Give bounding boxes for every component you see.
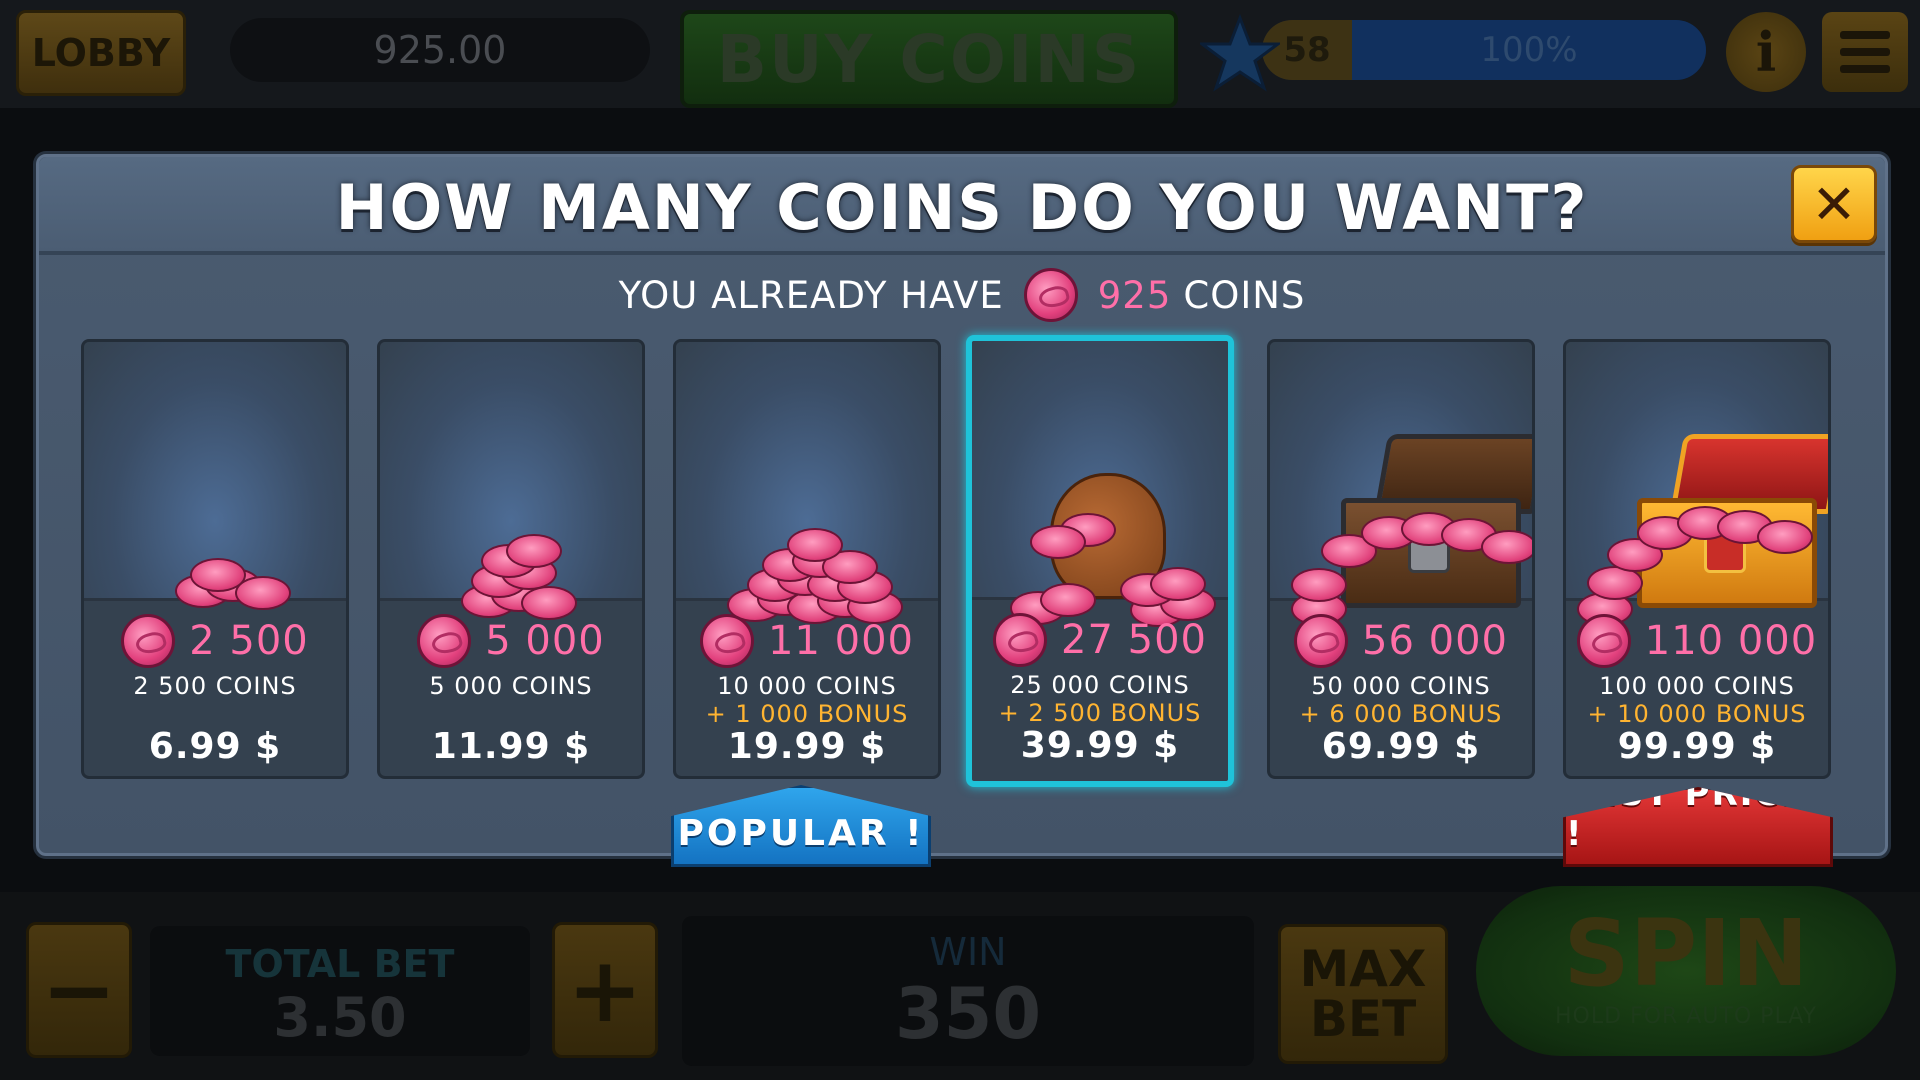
popular-ribbon: POPULAR ! bbox=[671, 785, 931, 867]
close-button[interactable]: ✕ bbox=[1791, 165, 1877, 243]
offer-base-coins: 50 000 COINS bbox=[1311, 672, 1491, 700]
offer-card-5[interactable]: 56 000 50 000 COINS + 6 000 BONUS 69.99 $ bbox=[1267, 339, 1535, 779]
win-value: 350 bbox=[894, 973, 1042, 1055]
offer-price-button[interactable]: 69.99 $ bbox=[1270, 726, 1532, 767]
offer-base-coins: 10 000 COINS bbox=[717, 672, 897, 700]
coin-bag-image bbox=[972, 341, 1228, 627]
coin-stack-image bbox=[380, 342, 642, 620]
offer-amount: 11 000 bbox=[768, 618, 914, 664]
offer-price-button[interactable]: 6.99 $ bbox=[84, 726, 346, 767]
current-balance-row: YOU ALREADY HAVE 925 COINS bbox=[39, 267, 1885, 323]
golden-chest-image bbox=[1566, 342, 1828, 626]
buy-coins-dialog: HOW MANY COINS DO YOU WANT? ✕ YOU ALREAD… bbox=[36, 154, 1888, 867]
offer-amount: 2 500 bbox=[189, 618, 309, 664]
coin-icon bbox=[1030, 525, 1086, 559]
coin-icon bbox=[1023, 268, 1078, 322]
offer-amount-row: 11 000 bbox=[676, 614, 938, 668]
top-bar: LOBBY 925.00 BUY COINS 58 100% i bbox=[0, 0, 1920, 108]
offer-card-2[interactable]: 5 000 5 000 COINS 11.99 $ bbox=[377, 339, 645, 779]
total-bet-display: TOTAL BET 3.50 bbox=[150, 926, 530, 1056]
offer-base-coins: 25 000 COINS bbox=[1010, 671, 1190, 699]
coin-icon bbox=[190, 558, 246, 592]
offer-price-button[interactable]: 39.99 $ bbox=[972, 725, 1228, 766]
coin-icon bbox=[787, 528, 843, 562]
spin-button[interactable]: SPIN HOLD FOR AUTO PLAY bbox=[1476, 886, 1896, 1056]
offer-price-button[interactable]: 99.99 $ bbox=[1566, 726, 1828, 767]
menu-button[interactable] bbox=[1822, 12, 1908, 92]
coin-icon bbox=[1481, 530, 1532, 564]
offer-amount-row: 5 000 bbox=[380, 614, 642, 668]
max-bet-label-line1: MAX bbox=[1299, 940, 1427, 998]
best-price-ribbon: BEST PRICE ! bbox=[1563, 787, 1833, 867]
spin-label: SPIN bbox=[1563, 900, 1809, 1007]
coin-icon bbox=[417, 614, 472, 668]
offer-amount: 56 000 bbox=[1362, 618, 1508, 664]
level-progress-text: 100% bbox=[1480, 30, 1578, 70]
offer-price-button[interactable]: 19.99 $ bbox=[676, 726, 938, 767]
offer-card-6[interactable]: 110 000 100 000 COINS + 10 000 BONUS 99.99 … bbox=[1563, 339, 1831, 779]
offer-base-coins: 5 000 COINS bbox=[429, 672, 593, 700]
buy-coins-button[interactable]: BUY COINS bbox=[680, 10, 1178, 108]
offer-bonus: + 1 000 BONUS bbox=[705, 700, 909, 728]
coin-icon bbox=[1150, 567, 1206, 601]
menu-icon-line bbox=[1840, 31, 1890, 39]
offer-base-coins: 2 500 COINS bbox=[133, 672, 297, 700]
current-balance-prefix: YOU ALREADY HAVE bbox=[618, 273, 1004, 317]
offer-card-3[interactable]: 11 000 10 000 COINS + 1 000 BONUS 19.99 $ bbox=[673, 339, 941, 779]
coin-icon bbox=[993, 613, 1048, 667]
offer-card-4[interactable]: 27 500 25 000 COINS + 2 500 BONUS 39.99 $ bbox=[966, 335, 1234, 787]
offer-amount: 110 000 bbox=[1644, 618, 1818, 664]
win-display: WIN 350 bbox=[682, 916, 1254, 1066]
offer-bonus: + 10 000 BONUS bbox=[1587, 700, 1807, 728]
menu-icon-line bbox=[1840, 65, 1890, 73]
offer-bonus: + 6 000 BONUS bbox=[1299, 700, 1503, 728]
lobby-button[interactable]: LOBBY bbox=[16, 10, 186, 96]
wooden-chest-image bbox=[1270, 342, 1532, 626]
dialog-header: HOW MANY COINS DO YOU WANT? ✕ bbox=[39, 157, 1885, 255]
coin-icon bbox=[1757, 520, 1813, 554]
spin-sub-label: HOLD FOR AUTO PLAY bbox=[1554, 1004, 1817, 1029]
offer-base-coins: 100 000 COINS bbox=[1599, 672, 1795, 700]
info-button[interactable]: i bbox=[1726, 12, 1806, 92]
menu-icon-line bbox=[1840, 48, 1890, 56]
offer-amount-row: 2 500 bbox=[84, 614, 346, 668]
coin-heap-image bbox=[676, 342, 938, 624]
balance-display: 925.00 bbox=[230, 18, 650, 82]
offer-amount-row: 110 000 bbox=[1566, 614, 1828, 668]
offer-card-1[interactable]: 2 500 2 500 COINS 6.99 $ bbox=[81, 339, 349, 779]
small-coin-pile-image bbox=[84, 342, 346, 610]
current-balance-amount: 925 bbox=[1097, 273, 1172, 317]
max-bet-label-line2: BET bbox=[1309, 990, 1417, 1048]
offer-amount: 27 500 bbox=[1061, 617, 1207, 663]
dialog-title: HOW MANY COINS DO YOU WANT? bbox=[335, 171, 1589, 244]
coin-icon bbox=[1040, 583, 1096, 617]
offer-price-button[interactable]: 11.99 $ bbox=[380, 726, 642, 767]
offer-amount-row: 27 500 bbox=[972, 613, 1228, 667]
coin-icon bbox=[1294, 614, 1349, 668]
total-bet-value: 3.50 bbox=[273, 986, 407, 1049]
level-progress-bar: 58 100% bbox=[1262, 20, 1706, 80]
star-icon bbox=[1200, 14, 1280, 92]
coin-icon bbox=[1291, 568, 1347, 602]
win-label: WIN bbox=[929, 930, 1007, 974]
total-bet-label: TOTAL BET bbox=[225, 942, 455, 986]
current-balance-suffix: COINS bbox=[1183, 273, 1306, 317]
decrease-bet-button[interactable]: − bbox=[26, 922, 132, 1058]
coin-icon bbox=[121, 614, 176, 668]
coin-icon bbox=[700, 614, 755, 668]
offer-bonus: + 2 500 BONUS bbox=[998, 699, 1202, 727]
offer-amount-row: 56 000 bbox=[1270, 614, 1532, 668]
max-bet-button[interactable]: MAX BET bbox=[1278, 924, 1448, 1064]
coin-icon bbox=[506, 534, 562, 568]
increase-bet-button[interactable]: + bbox=[552, 922, 658, 1058]
coin-icon bbox=[1576, 614, 1631, 668]
offer-amount: 5 000 bbox=[485, 618, 605, 664]
